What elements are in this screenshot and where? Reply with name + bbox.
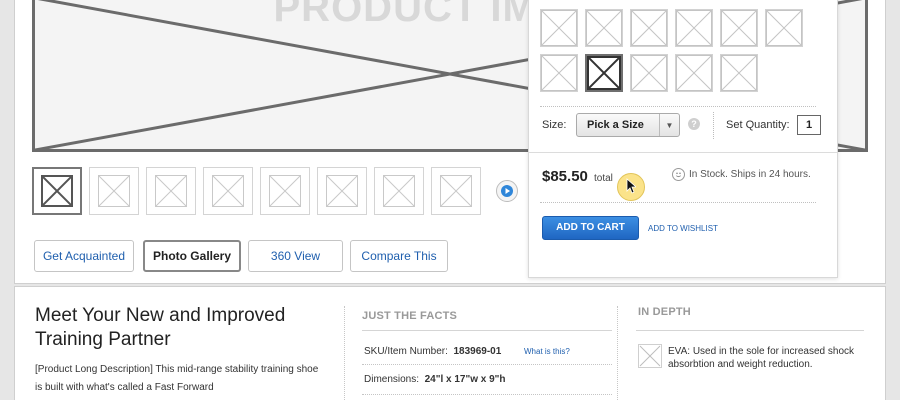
image-placeholder-icon	[155, 175, 187, 207]
image-placeholder-icon	[440, 175, 472, 207]
color-swatch[interactable]	[720, 9, 758, 47]
tab-photo-gallery[interactable]: Photo Gallery	[143, 240, 241, 272]
thumbnail[interactable]	[317, 167, 367, 215]
divider	[344, 306, 345, 400]
color-swatch[interactable]	[675, 54, 713, 92]
image-placeholder-icon	[212, 175, 244, 207]
image-placeholder-icon	[587, 56, 621, 90]
image-placeholder-icon	[269, 175, 301, 207]
image-placeholder-icon	[721, 55, 757, 91]
image-placeholder-icon	[541, 10, 577, 46]
image-placeholder-icon	[766, 10, 802, 46]
tab-compare-this[interactable]: Compare This	[350, 240, 448, 272]
quantity-input[interactable]: 1	[797, 115, 821, 135]
add-to-cart-button[interactable]: ADD TO CART	[542, 216, 639, 240]
divider	[713, 112, 714, 139]
smile-icon	[672, 168, 685, 181]
add-to-wishlist-link[interactable]: ADD TO WISHLIST	[648, 224, 718, 233]
price-suffix: total	[594, 173, 613, 184]
tab-get-acquainted[interactable]: Get Acquainted	[34, 240, 134, 272]
description-title: Meet Your New and Improved Training Part…	[35, 305, 286, 350]
dimensions-row: Dimensions: 24"l x 17"w x 9"h	[364, 374, 506, 385]
thumbnail[interactable]	[146, 167, 196, 215]
image-placeholder-icon	[638, 344, 662, 368]
divider	[362, 364, 612, 365]
color-swatch[interactable]	[630, 54, 668, 92]
thumbnail-strip	[32, 167, 481, 215]
quantity-label: Set Quantity:	[726, 119, 790, 131]
purchase-panel: Size: Pick a Size ▼ ? Set Quantity: 1 $8…	[528, 0, 838, 278]
sku-row: SKU/Item Number: 183969-01	[364, 346, 501, 357]
divider	[540, 202, 816, 203]
size-select[interactable]: Pick a Size ▼	[576, 113, 680, 137]
image-placeholder-icon	[383, 175, 415, 207]
thumbnail[interactable]	[89, 167, 139, 215]
divider	[636, 330, 864, 331]
color-swatch[interactable]	[540, 54, 578, 92]
image-placeholder-icon	[98, 175, 130, 207]
image-placeholder-icon	[631, 55, 667, 91]
divider	[529, 152, 837, 153]
tab-360-view[interactable]: 360 View	[248, 240, 343, 272]
size-label: Size:	[542, 119, 567, 131]
image-placeholder-icon	[541, 55, 577, 91]
depth-heading: IN DEPTH	[638, 306, 691, 318]
thumbnail[interactable]	[203, 167, 253, 215]
image-placeholder-icon	[631, 10, 667, 46]
help-icon[interactable]: ?	[688, 118, 700, 130]
divider	[362, 330, 612, 331]
divider	[540, 106, 816, 107]
image-placeholder-icon	[676, 10, 712, 46]
color-swatch[interactable]	[585, 54, 623, 92]
color-swatch[interactable]	[585, 9, 623, 47]
color-swatch[interactable]	[630, 9, 668, 47]
dimensions-label: Dimensions:	[364, 374, 420, 385]
thumbnail[interactable]	[32, 167, 82, 215]
thumbnail[interactable]	[374, 167, 424, 215]
sku-label: SKU/Item Number:	[364, 346, 448, 357]
facts-heading: JUST THE FACTS	[362, 310, 458, 322]
cursor-icon	[626, 178, 636, 194]
cursor-highlight	[617, 173, 645, 201]
chevron-down-icon: ▼	[659, 114, 679, 136]
price: $85.50	[542, 168, 588, 185]
next-thumbnails-button[interactable]	[496, 180, 518, 202]
divider	[362, 394, 612, 395]
size-select-value: Pick a Size	[587, 119, 644, 131]
depth-item: EVA: Used in the sole for increased shoc…	[668, 346, 855, 370]
description-body: [Product Long Description] This mid-rang…	[35, 364, 319, 393]
color-swatch[interactable]	[720, 54, 758, 92]
thumbnail[interactable]	[431, 167, 481, 215]
color-swatch[interactable]	[765, 9, 803, 47]
image-placeholder-icon	[41, 175, 73, 207]
image-placeholder-icon	[586, 10, 622, 46]
image-placeholder-icon	[676, 55, 712, 91]
image-placeholder-icon	[721, 10, 757, 46]
color-swatch[interactable]	[675, 9, 713, 47]
divider	[617, 306, 618, 400]
thumbnail[interactable]	[260, 167, 310, 215]
what-is-this-link[interactable]: What is this?	[524, 347, 570, 356]
sku-value: 183969-01	[453, 346, 502, 357]
stock-status: In Stock. Ships in 24 hours.	[689, 169, 811, 180]
play-icon	[501, 185, 513, 197]
dimensions-value: 24"l x 17"w x 9"h	[424, 374, 506, 385]
color-swatch[interactable]	[540, 9, 578, 47]
image-placeholder-icon	[326, 175, 358, 207]
